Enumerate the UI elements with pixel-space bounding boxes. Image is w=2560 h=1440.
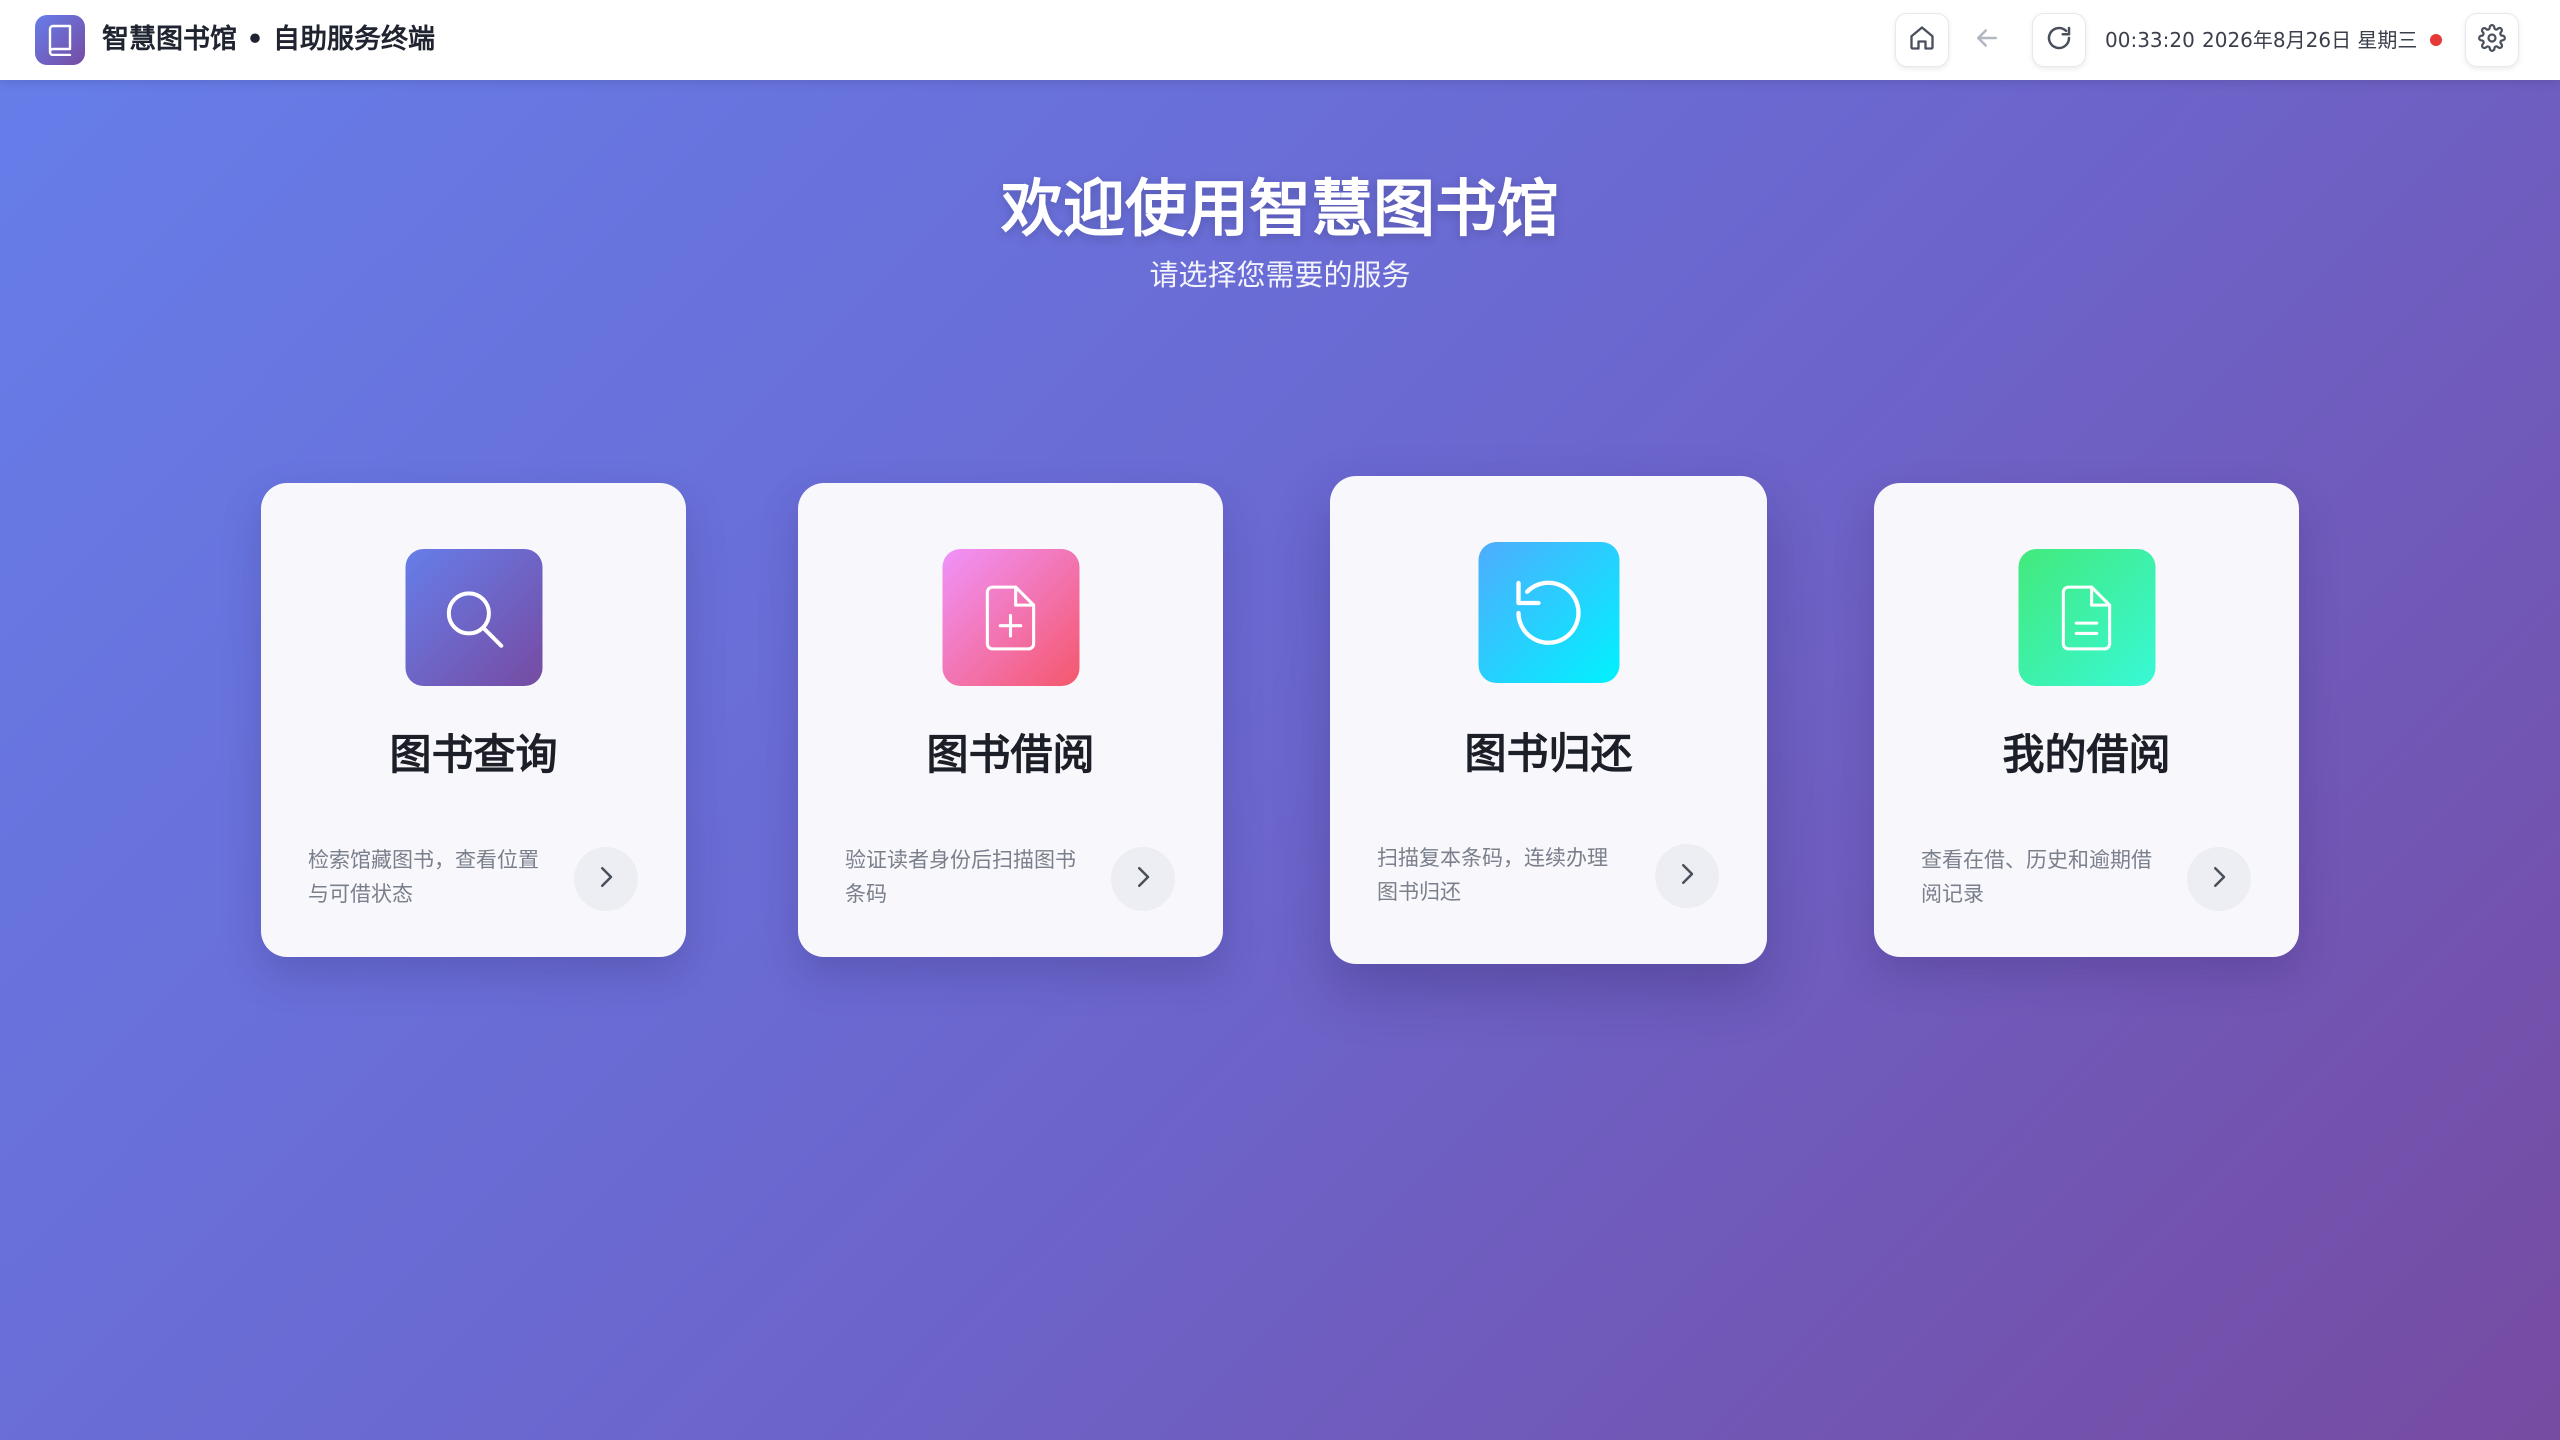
service-card-search[interactable]: 图书查询 检索馆藏图书，查看位置与可借状态 <box>261 483 686 957</box>
settings-button[interactable] <box>2465 13 2519 67</box>
chevron-right-icon <box>1672 859 1702 893</box>
hero-subtitle: 请选择您需要的服务 <box>1149 258 1411 292</box>
chevron-right-icon <box>2204 862 2234 896</box>
gear-icon <box>2478 24 2506 56</box>
service-card-return[interactable]: 图书归还 扫描复本条码，连续办理图书归还 <box>1330 476 1767 964</box>
book-icon <box>35 15 85 65</box>
home-button[interactable] <box>1895 13 1949 67</box>
card-description: 检索馆藏图书，查看位置与可借状态 <box>308 848 539 906</box>
chevron-right-icon <box>1128 862 1158 896</box>
card-description: 扫描复本条码，连续办理图书归还 <box>1377 846 1608 904</box>
service-card-my-loans[interactable]: 我的借阅 查看在借、历史和逾期借阅记录 <box>1874 483 2299 957</box>
rotate-ccw-icon <box>1478 542 1619 683</box>
card-go-button[interactable] <box>1111 847 1175 911</box>
clock-date: 2026年8月26日 星期三 <box>2202 28 2418 52</box>
card-title: 图书查询 <box>389 730 558 779</box>
card-title: 图书归还 <box>1464 729 1633 778</box>
hero-title: 欢迎使用智慧图书馆 <box>1000 172 1559 245</box>
clock-time: 00:33:20 <box>2105 28 2195 52</box>
document-lines-icon <box>2018 549 2155 686</box>
document-plus-icon <box>942 549 1079 686</box>
home-icon <box>1908 24 1936 56</box>
chevron-right-icon <box>591 862 621 896</box>
back-button[interactable] <box>1960 13 2014 67</box>
refresh-button[interactable] <box>2032 13 2086 67</box>
card-go-button[interactable] <box>574 847 638 911</box>
card-description: 验证读者身份后扫描图书条码 <box>845 848 1076 906</box>
card-title: 我的借阅 <box>2002 730 2171 779</box>
service-card-borrow[interactable]: 图书借阅 验证读者身份后扫描图书条码 <box>798 483 1223 957</box>
arrow-left-icon <box>1972 23 2002 57</box>
top-bar: 智慧图书馆 • 自助服务终端 00:33:20 2026年8月26日 星期三 <box>0 0 2560 80</box>
status-indicator <box>2430 34 2442 46</box>
card-go-button[interactable] <box>1655 844 1719 908</box>
app-title: 智慧图书馆 • 自助服务终端 <box>102 24 436 55</box>
search-icon <box>405 549 542 686</box>
card-go-button[interactable] <box>2187 847 2251 911</box>
card-description: 查看在借、历史和逾期借阅记录 <box>1921 848 2152 906</box>
refresh-icon <box>2044 23 2074 57</box>
card-title: 图书借阅 <box>926 730 1095 779</box>
